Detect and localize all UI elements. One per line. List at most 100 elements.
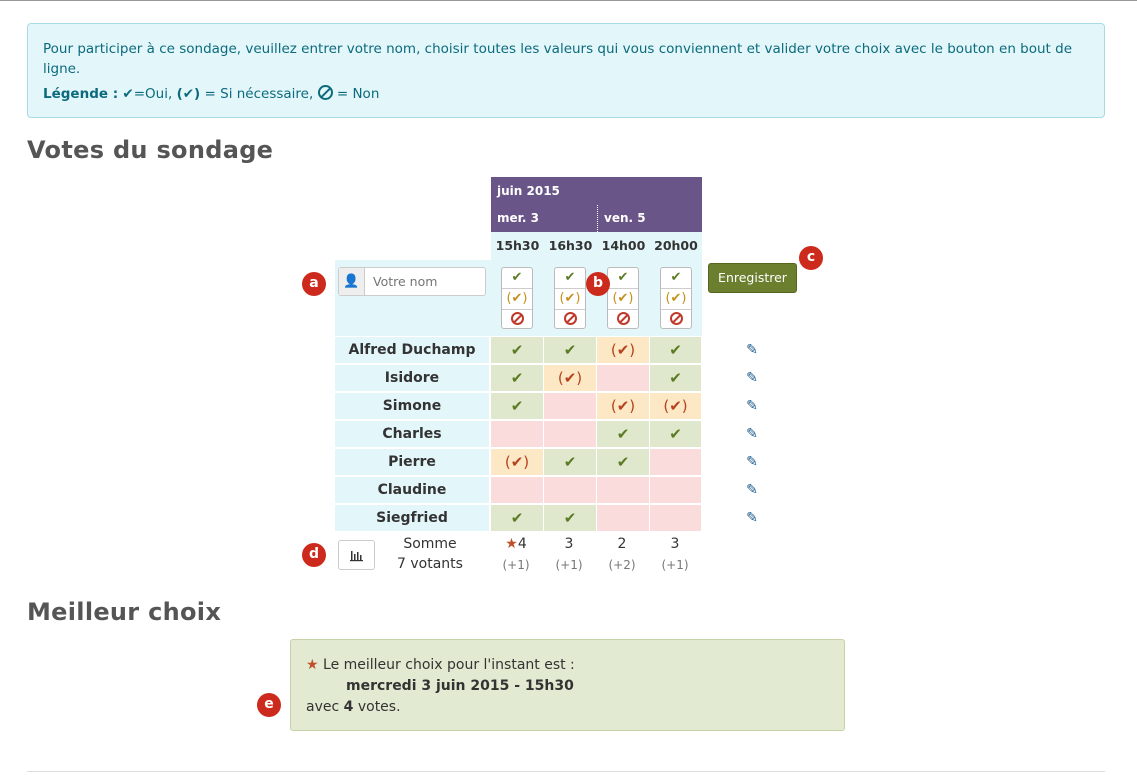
voter-name: Charles — [335, 421, 489, 447]
vote-no-cell — [650, 449, 701, 475]
vote-yes-cell: ✔ — [544, 505, 596, 531]
vote-no-cell — [544, 421, 596, 447]
name-input[interactable] — [365, 268, 485, 295]
check-in-parens-icon: (✔) — [610, 341, 636, 359]
check-icon: ✔ — [669, 369, 682, 387]
vote-no-cell — [544, 477, 596, 503]
ban-icon — [510, 312, 524, 325]
legend-ifneed: = Si nécessaire, — [204, 86, 314, 102]
sum-ifneed: (+1) — [661, 558, 689, 572]
top-border — [0, 0, 1137, 1]
time-header: 16h30 — [544, 232, 597, 260]
sum-value: 2 — [617, 536, 627, 552]
check-in-parens-icon: (✔) — [557, 369, 583, 387]
vote-yes-cell: ✔ — [491, 337, 543, 363]
vote-yes-cell: ✔ — [650, 337, 701, 363]
choice-yes-button[interactable]: ✔ — [608, 268, 638, 289]
edit-vote-button[interactable]: ✎ — [744, 510, 760, 526]
chart-button[interactable] — [338, 540, 375, 570]
user-icon: 👤 — [339, 268, 365, 295]
choice-ifneed-button[interactable]: (✔) — [502, 289, 532, 310]
best-votes-word: votes. — [357, 699, 401, 715]
edit-vote-button[interactable]: ✎ — [744, 482, 760, 498]
star-icon: ★ — [505, 536, 518, 552]
vote-no-cell — [491, 477, 543, 503]
check-in-parens-icon: (✔) — [176, 86, 201, 102]
check-in-parens-icon: (✔) — [610, 397, 636, 415]
choice-yes-button[interactable]: ✔ — [555, 268, 585, 289]
check-icon: ✔ — [669, 425, 682, 443]
sum-ifneed: (+2) — [608, 558, 636, 572]
vote-yes-cell: ✔ — [597, 421, 649, 447]
edit-vote-button[interactable]: ✎ — [744, 342, 760, 358]
sum-ifneed: (+1) — [555, 558, 583, 572]
best-choice-box: ★ Le meilleur choix pour l'instant est :… — [290, 639, 845, 731]
star-icon: ★ — [306, 657, 319, 673]
check-icon: ✔ — [563, 509, 577, 527]
instructions-text: Pour participer à ce sondage, veuillez e… — [43, 41, 1073, 77]
choice-ifneed-button[interactable]: (✔) — [661, 289, 691, 310]
choice-selector: ✔ (✔) — [501, 267, 533, 329]
annotation-badge: d — [302, 543, 326, 567]
choice-no-button[interactable] — [502, 310, 532, 330]
choice-yes-button[interactable]: ✔ — [661, 268, 691, 289]
vote-no-cell — [597, 505, 649, 531]
legend-label: Légende : — [43, 86, 119, 102]
day-header: ven. 5 — [597, 205, 702, 232]
ban-icon — [616, 312, 630, 325]
choice-no-button[interactable] — [661, 310, 691, 330]
vote-ifneed-cell: (✔) — [491, 449, 543, 475]
choice-no-button[interactable] — [608, 310, 638, 330]
edit-vote-button[interactable]: ✎ — [744, 454, 760, 470]
check-icon: ✔ — [616, 453, 630, 471]
best-choice-date: mercredi 3 juin 2015 - 15h30 — [346, 678, 574, 694]
check-icon: ✔ — [669, 341, 682, 359]
legend-yes: =Oui, — [133, 86, 173, 102]
time-header: 14h00 — [597, 232, 650, 260]
check-icon: ✔ — [616, 425, 630, 443]
edit-vote-button[interactable]: ✎ — [744, 398, 760, 414]
voter-name: Simone — [335, 393, 489, 419]
voter-name: Pierre — [335, 449, 489, 475]
best-choice-heading: Meilleur choix — [27, 598, 222, 626]
vote-yes-cell: ✔ — [491, 393, 543, 419]
vote-no-cell — [544, 393, 596, 419]
choice-selector: ✔ (✔) — [554, 267, 586, 329]
check-icon: ✔ — [510, 509, 524, 527]
choice-yes-button[interactable]: ✔ — [502, 268, 532, 289]
check-icon: ✔ — [510, 369, 524, 387]
vote-yes-cell: ✔ — [597, 449, 649, 475]
best-avec: avec — [306, 699, 340, 715]
annotation-badge: a — [302, 272, 326, 296]
check-icon: ✔ — [563, 341, 577, 359]
save-button[interactable]: Enregistrer — [708, 263, 797, 293]
vote-no-cell — [650, 505, 701, 531]
choice-selector: ✔ (✔) — [660, 267, 692, 329]
choice-selector: ✔ (✔) — [607, 267, 639, 329]
check-icon: ✔ — [510, 341, 524, 359]
instructions-alert: Pour participer à ce sondage, veuillez e… — [27, 23, 1105, 118]
legend: Légende : ✔=Oui, (✔) = Si nécessaire, = … — [43, 84, 1089, 104]
sum-label: Somme — [403, 536, 457, 552]
time-header: 15h30 — [491, 232, 544, 260]
choice-no-button[interactable] — [555, 310, 585, 330]
vote-no-cell — [597, 477, 649, 503]
annotation-badge: e — [257, 693, 281, 717]
voter-name: Claudine — [335, 477, 489, 503]
day-header: mer. 3 — [491, 205, 597, 232]
choice-ifneed-button[interactable]: (✔) — [555, 289, 585, 310]
vote-ifneed-cell: (✔) — [597, 337, 649, 363]
ban-icon — [669, 312, 683, 325]
legend-no: = Non — [336, 86, 380, 102]
check-icon: ✔ — [510, 397, 524, 415]
annotation-badge: c — [799, 246, 823, 270]
bottom-divider — [27, 771, 1105, 772]
voter-name: Isidore — [335, 365, 489, 391]
annotation-badge: b — [586, 272, 610, 296]
choice-ifneed-button[interactable]: (✔) — [608, 289, 638, 310]
edit-vote-button[interactable]: ✎ — [744, 370, 760, 386]
edit-vote-button[interactable]: ✎ — [744, 426, 760, 442]
sum-value: 3 — [564, 536, 574, 552]
time-header: 20h00 — [650, 232, 702, 260]
voters-count: 7 votants — [397, 556, 463, 572]
